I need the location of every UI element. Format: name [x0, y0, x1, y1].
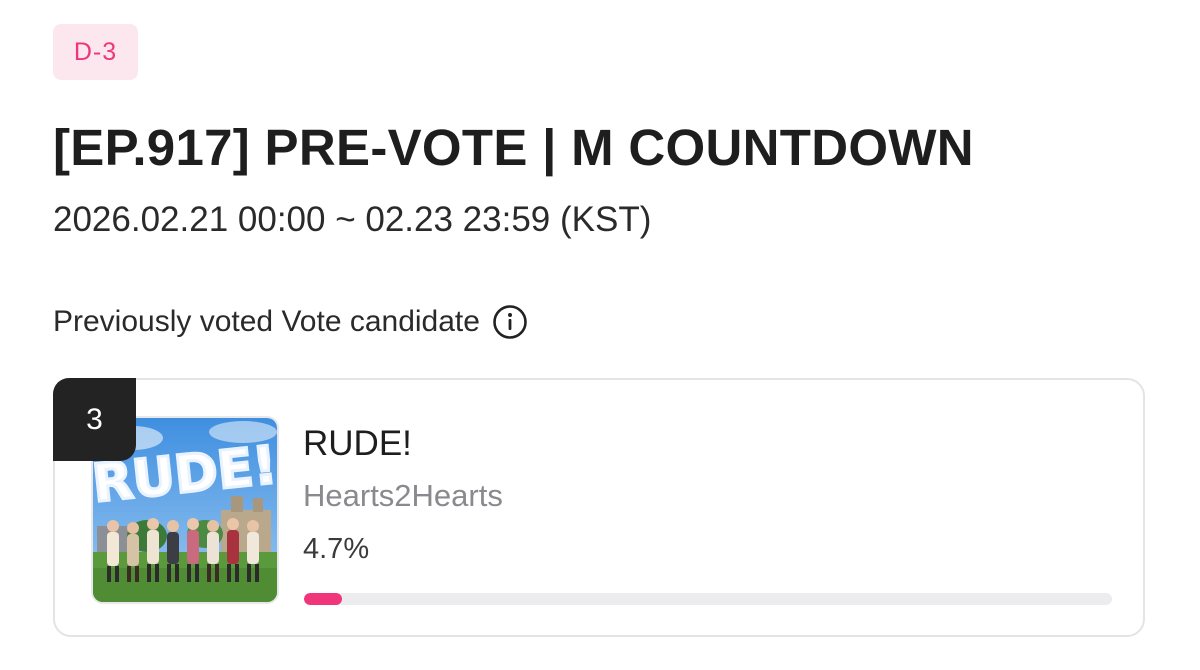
section-label: Previously voted Vote candidate	[53, 305, 480, 338]
rank-badge: 3	[53, 378, 136, 461]
section-header: Previously voted Vote candidate	[53, 300, 528, 344]
vote-progress-bar	[304, 593, 1112, 605]
vote-period: 2026.02.21 00:00 ~ 02.23 23:59 (KST)	[53, 200, 652, 239]
candidate-card[interactable]: 3 RUDE! RUDE! Hearts2Hearts 4.7%	[53, 378, 1145, 637]
vote-percent: 4.7%	[303, 533, 370, 565]
vote-page: D-3 [EP.917] PRE-VOTE | M COUNTDOWN 2026…	[0, 0, 1200, 670]
artist-name: Hearts2Hearts	[303, 478, 503, 513]
info-icon[interactable]	[492, 304, 528, 340]
song-title: RUDE!	[303, 424, 412, 463]
page-title: [EP.917] PRE-VOTE | M COUNTDOWN	[53, 119, 974, 176]
dday-badge: D-3	[53, 24, 138, 80]
vote-progress-fill	[304, 593, 342, 605]
